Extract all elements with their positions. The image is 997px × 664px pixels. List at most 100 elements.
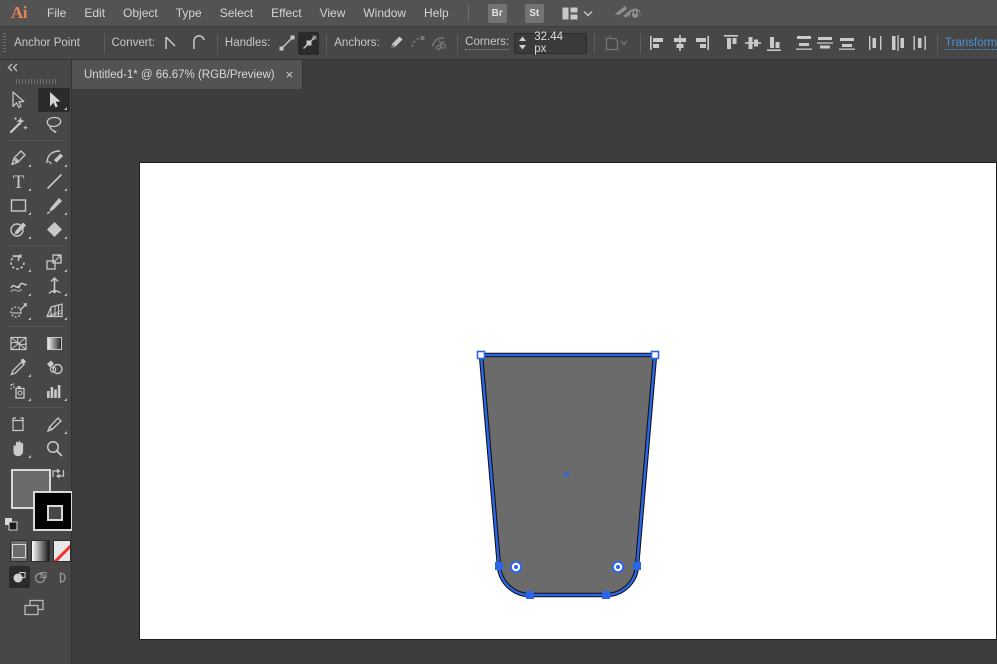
selection-tool[interactable] — [2, 88, 34, 112]
distribute-top-icon[interactable] — [793, 32, 815, 55]
anchor-top-right[interactable] — [652, 352, 659, 359]
color-mode-button[interactable] — [10, 540, 28, 562]
line-segment-icon — [44, 171, 65, 192]
align-right-icon[interactable] — [691, 32, 713, 55]
gradient-mode-button[interactable] — [31, 540, 49, 562]
canvas-area[interactable] — [72, 89, 997, 664]
tools-panel-grip[interactable] — [0, 75, 71, 88]
shape-builder-tool[interactable] — [2, 298, 34, 322]
draw-behind-button[interactable] — [30, 566, 51, 588]
tool-flyout-indicator — [28, 293, 31, 296]
corner-radius-field[interactable]: 32.44 px — [514, 33, 587, 54]
rectangle-tool[interactable] — [2, 193, 34, 217]
control-divider-3 — [326, 33, 327, 54]
shape-builder-icon — [8, 300, 29, 321]
corners-label[interactable]: Corners: — [465, 36, 509, 50]
artboard-tool[interactable] — [2, 412, 34, 436]
distribute-bottom-icon[interactable] — [836, 32, 858, 55]
distribute-right-icon[interactable] — [909, 32, 931, 55]
menu-view[interactable]: View — [311, 0, 355, 27]
menu-edit[interactable]: Edit — [75, 0, 114, 27]
menu-type[interactable]: Type — [167, 0, 211, 27]
connect-anchors-icon[interactable] — [407, 32, 429, 55]
artboard[interactable] — [139, 162, 997, 640]
column-graph-tool[interactable] — [38, 379, 70, 403]
collapse-tools-button[interactable] — [0, 60, 71, 75]
pen-tool[interactable] — [2, 145, 34, 169]
zoom-tool[interactable] — [38, 436, 70, 460]
workspace-switcher[interactable] — [559, 5, 596, 22]
hand-tool[interactable] — [2, 436, 34, 460]
default-fill-stroke-icon[interactable] — [4, 517, 19, 532]
align-top-icon[interactable] — [720, 32, 742, 55]
show-handles-icon[interactable] — [276, 32, 298, 55]
menu-effect[interactable]: Effect — [262, 0, 310, 27]
align-horizontal-center-icon[interactable] — [669, 32, 691, 55]
stock-badge[interactable]: St — [525, 4, 544, 23]
menu-help[interactable]: Help — [415, 0, 458, 27]
remove-anchor-icon[interactable] — [386, 32, 408, 55]
control-bar-grip[interactable] — [0, 27, 8, 60]
live-corner-widget-right[interactable] — [612, 561, 624, 573]
live-corner-widget-left[interactable] — [510, 561, 522, 573]
convert-to-corner-icon[interactable] — [161, 32, 183, 55]
anchor-bottom-right[interactable] — [633, 562, 641, 570]
distribute-left-icon[interactable] — [866, 32, 888, 55]
chevron-down-icon — [583, 10, 593, 17]
paintbrush-tool[interactable] — [38, 193, 70, 217]
eraser-tool[interactable] — [38, 217, 70, 241]
slice-tool[interactable] — [38, 412, 70, 436]
column-graph-icon — [44, 381, 65, 402]
direct-selection-tool[interactable] — [38, 88, 70, 112]
creative-cloud-icon[interactable] — [614, 3, 642, 23]
menu-object[interactable]: Object — [114, 0, 167, 27]
corner-radius-value[interactable]: 32.44 px — [530, 31, 586, 55]
screen-mode-row — [0, 588, 71, 618]
stroke-swatch[interactable] — [33, 491, 73, 531]
align-bottom-icon[interactable] — [763, 32, 785, 55]
isolate-selected-object-icon[interactable] — [602, 32, 633, 55]
transform-link[interactable]: Transform — [945, 37, 997, 50]
gradient-tool[interactable] — [38, 331, 70, 355]
change-screen-mode-button[interactable] — [22, 598, 50, 618]
swap-fill-stroke-icon[interactable] — [51, 467, 66, 480]
perspective-grid-tool[interactable] — [38, 298, 70, 322]
distribute-horizontal-center-icon[interactable] — [887, 32, 909, 55]
corner-radius-stepper[interactable] — [515, 34, 530, 53]
cut-path-at-anchor-icon[interactable] — [429, 32, 451, 55]
menu-file[interactable]: File — [38, 0, 75, 27]
draw-inside-button[interactable] — [50, 566, 71, 588]
align-vertical-center-icon[interactable] — [742, 32, 764, 55]
lasso-tool[interactable] — [38, 112, 70, 136]
menu-select[interactable]: Select — [211, 0, 262, 27]
type-tool[interactable]: T — [2, 169, 34, 193]
hand-icon — [8, 438, 29, 459]
anchor-bottom-mid-left[interactable] — [526, 591, 534, 599]
bridge-badge[interactable]: Br — [488, 4, 507, 23]
symbol-sprayer-tool[interactable] — [2, 379, 34, 403]
align-left-icon[interactable] — [648, 32, 670, 55]
close-icon[interactable]: × — [286, 68, 294, 81]
anchor-bottom-left[interactable] — [495, 562, 503, 570]
none-mode-button[interactable] — [53, 540, 71, 562]
anchor-top-left[interactable] — [478, 352, 485, 359]
curvature-tool[interactable] — [38, 145, 70, 169]
convert-to-smooth-icon[interactable] — [189, 32, 211, 55]
distribute-vertical-center-icon[interactable] — [814, 32, 836, 55]
free-transform-tool[interactable] — [38, 274, 70, 298]
anchors-label: Anchors: — [334, 37, 379, 49]
eyedropper-tool[interactable] — [2, 355, 34, 379]
magic-wand-tool[interactable] — [2, 112, 34, 136]
scale-tool[interactable] — [38, 250, 70, 274]
menu-window[interactable]: Window — [354, 0, 415, 27]
anchor-bottom-mid-right[interactable] — [602, 591, 610, 599]
shaper-tool[interactable] — [2, 217, 34, 241]
document-tab[interactable]: Untitled-1* @ 66.67% (RGB/Preview) × — [72, 60, 303, 89]
draw-normal-button[interactable] — [9, 566, 30, 588]
line-segment-tool[interactable] — [38, 169, 70, 193]
hide-handles-icon[interactable] — [298, 32, 320, 55]
width-tool[interactable] — [2, 274, 34, 298]
mesh-tool[interactable] — [2, 331, 34, 355]
blend-tool[interactable] — [38, 355, 70, 379]
rotate-tool[interactable] — [2, 250, 34, 274]
